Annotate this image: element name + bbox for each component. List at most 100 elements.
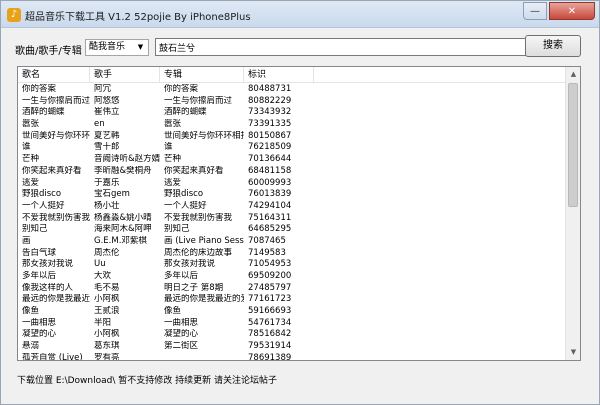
cell-id: 80488731 — [248, 84, 292, 94]
close-button[interactable]: ✕ — [549, 2, 595, 20]
minimize-button[interactable]: — — [523, 2, 547, 20]
column-header-album[interactable]: 专辑 — [160, 67, 244, 83]
cell-album: 画 (Live Piano Session II) — [164, 235, 244, 246]
table-row[interactable]: 凝望的心 小阿枫 凝望的心 78516842 — [18, 329, 566, 341]
cell-artist: en — [94, 119, 105, 130]
cell-id: 7087465 — [248, 235, 286, 246]
cell-id: 71054953 — [248, 259, 292, 270]
cell-song: 凝望的心 — [22, 329, 57, 340]
cell-artist: 小阿枫 — [94, 329, 120, 340]
vertical-scrollbar[interactable]: ▲ ▼ — [565, 67, 580, 360]
table-row[interactable]: 一生与你擦肩而过 阿悠悠 一生与你擦肩而过 80882229 — [18, 96, 566, 108]
cell-album: 最远的你是我最近的爱 — [164, 294, 244, 305]
table-row[interactable]: 别知己 海来阿木&阿呷 别知己 64685295 — [18, 224, 566, 236]
table-row[interactable]: 像鱼 王贰浪 像鱼 59166693 — [18, 306, 566, 318]
table-row[interactable]: 酒醉的蝴蝶 崔伟立 酒醉的蝴蝶 73343932 — [18, 107, 566, 119]
table-row[interactable]: 画 G.E.M.邓紫棋 画 (Live Piano Session II) 70874… — [18, 236, 566, 248]
table-row[interactable]: 谁 雪十郎 谁 76218509 — [18, 142, 566, 154]
cell-artist: G.E.M.邓紫棋 — [94, 235, 147, 246]
cell-song: 画 — [22, 235, 31, 246]
search-label: 歌曲/歌手/专辑 — [15, 46, 82, 57]
cell-id: 59166693 — [248, 306, 292, 317]
table-row[interactable]: 多年以后 大欢 多年以后 69509200 — [18, 271, 566, 283]
cell-song: 悬溺 — [22, 341, 40, 352]
cell-album: 第二街区 — [164, 341, 199, 352]
cell-album: 周杰伦的床边故事 — [164, 247, 233, 258]
cell-artist: 杨小壮 — [94, 200, 120, 211]
list-rows: 你的答案 阿冗 你的答案 80488731 一生与你擦肩而过 阿悠悠 一生与你擦肩而过 808… — [18, 84, 566, 360]
cell-artist: 毛不易 — [94, 282, 120, 293]
table-row[interactable]: 嚣张 en 嚣张 73391335 — [18, 119, 566, 131]
cell-song: 像我这样的人 — [22, 282, 74, 293]
cell-artist: 葛东琪 — [94, 341, 120, 352]
column-header-artist[interactable]: 歌手 — [90, 67, 160, 83]
cell-artist: 夏艺韩 — [94, 130, 120, 141]
scroll-down-arrow-icon[interactable]: ▼ — [566, 345, 580, 360]
cell-album: 酒醉的蝴蝶 — [164, 107, 207, 118]
cell-id: 76013839 — [248, 189, 292, 200]
search-input[interactable] — [155, 38, 539, 56]
table-row[interactable]: 一个人挺好 杨小壮 一个人挺好 74294104 — [18, 201, 566, 213]
cell-album: 一生与你擦肩而过 — [164, 95, 233, 106]
scroll-thumb[interactable] — [568, 83, 578, 207]
cell-song: 芒种 — [22, 154, 40, 165]
cell-artist: 半阳 — [94, 317, 112, 328]
cell-album: 别知己 — [164, 224, 190, 235]
cell-song: 谁 — [22, 142, 31, 153]
list-header: 歌名 歌手 专辑 标识 — [18, 67, 566, 83]
cell-album: 逃爱 — [164, 177, 182, 188]
cell-id: 79531914 — [248, 341, 292, 352]
cell-song: 逃爱 — [22, 177, 40, 188]
table-row[interactable]: 你的答案 阿冗 你的答案 80488731 — [18, 84, 566, 96]
window-title: 超品音乐下载工具 V1.2 52pojie By iPhone8Plus — [25, 12, 251, 23]
cell-song: 一生与你擦肩而过 — [22, 95, 90, 106]
search-button[interactable]: 搜索 — [525, 35, 581, 57]
cell-song: 酒醉的蝴蝶 — [22, 107, 65, 118]
cell-song: 那女孩对我说 — [22, 259, 74, 270]
title-bar[interactable]: ♪ 超品音乐下载工具 V1.2 52pojie By iPhone8Plus —… — [1, 1, 599, 28]
table-row[interactable]: 不爱我就别伤害我 杨鑫淼&姚小晴 不爱我就别伤害我 75164311 — [18, 213, 566, 225]
table-row[interactable]: 逃爱 于嘉乐 逃爱 60009993 — [18, 178, 566, 190]
cell-id: 73343932 — [248, 107, 292, 118]
source-select[interactable]: 酷我音乐 ▼ — [85, 39, 149, 56]
cell-song: 嚣张 — [22, 119, 40, 130]
column-header-song[interactable]: 歌名 — [18, 67, 90, 83]
cell-album: 嚣张 — [164, 119, 182, 130]
cell-id: 78516842 — [248, 329, 292, 340]
cell-id: 74294104 — [248, 200, 292, 211]
song-list[interactable]: 歌名 歌手 专辑 标识 你的答案 阿冗 你的答案 80488731 一生与你擦肩而过 阿悠… — [17, 66, 581, 361]
cell-id: 54761734 — [248, 317, 292, 328]
cell-id: 80882229 — [248, 95, 292, 106]
cell-album: 那女孩对我说 — [164, 259, 216, 270]
cell-song: 一曲相思 — [22, 317, 57, 328]
cell-artist: 音阙诗听&赵方婧 — [94, 154, 160, 165]
cell-album: 芒种 — [164, 154, 182, 165]
cell-id: 73391335 — [248, 119, 292, 130]
cell-album: 你的答案 — [164, 84, 199, 94]
app-window: ♪ 超品音乐下载工具 V1.2 52pojie By iPhone8Plus —… — [0, 0, 600, 405]
cell-artist: 周杰伦 — [94, 247, 120, 258]
column-header-id[interactable]: 标识 — [244, 67, 314, 83]
cell-id: 68481158 — [248, 165, 292, 176]
table-row[interactable]: 像我这样的人 毛不易 明日之子 第8期 27485797 — [18, 283, 566, 295]
table-row[interactable]: 那女孩对我说 Uu 那女孩对我说 71054953 — [18, 259, 566, 271]
cell-artist: 阿冗 — [94, 84, 112, 94]
table-row[interactable]: 你笑起来真好看 李昕融&樊桐舟 你笑起来真好看 68481158 — [18, 166, 566, 178]
status-text: 下载位置 E:\Download\ 暂不支持修改 持续更新 请关注论坛帖子 — [17, 376, 277, 386]
cell-album: 世间美好与你环环相扣 — [164, 130, 244, 141]
cell-album: 野狼disco — [164, 189, 204, 200]
cell-id: 60009993 — [248, 177, 292, 188]
cell-song: 别知己 — [22, 224, 48, 235]
table-row[interactable]: 芒种 音阙诗听&赵方婧 芒种 70136644 — [18, 154, 566, 166]
cell-album: 你笑起来真好看 — [164, 165, 224, 176]
cell-album: 多年以后 — [164, 271, 199, 281]
table-row[interactable]: 最远的你是我最近的爱小阿枫最远的你是我最近的爱77161723 — [18, 294, 566, 306]
table-row[interactable]: 告白气球 周杰伦 周杰伦的床边故事 7149583 — [18, 248, 566, 260]
table-row[interactable]: 孤芳自赏 (Live) 罗有亮 78691389 — [18, 353, 566, 360]
table-row[interactable]: 一曲相思 半阳 一曲相思 54761734 — [18, 318, 566, 330]
scroll-up-arrow-icon[interactable]: ▲ — [566, 67, 580, 82]
chevron-down-icon[interactable]: ▼ — [135, 40, 146, 55]
table-row[interactable]: 野狼disco 宝石gem 野狼disco 76013839 — [18, 189, 566, 201]
table-row[interactable]: 悬溺 葛东琪 第二街区 79531914 — [18, 341, 566, 353]
table-row[interactable]: 世间美好与你环环相扣夏艺韩世间美好与你环环相扣80150867 — [18, 131, 566, 143]
